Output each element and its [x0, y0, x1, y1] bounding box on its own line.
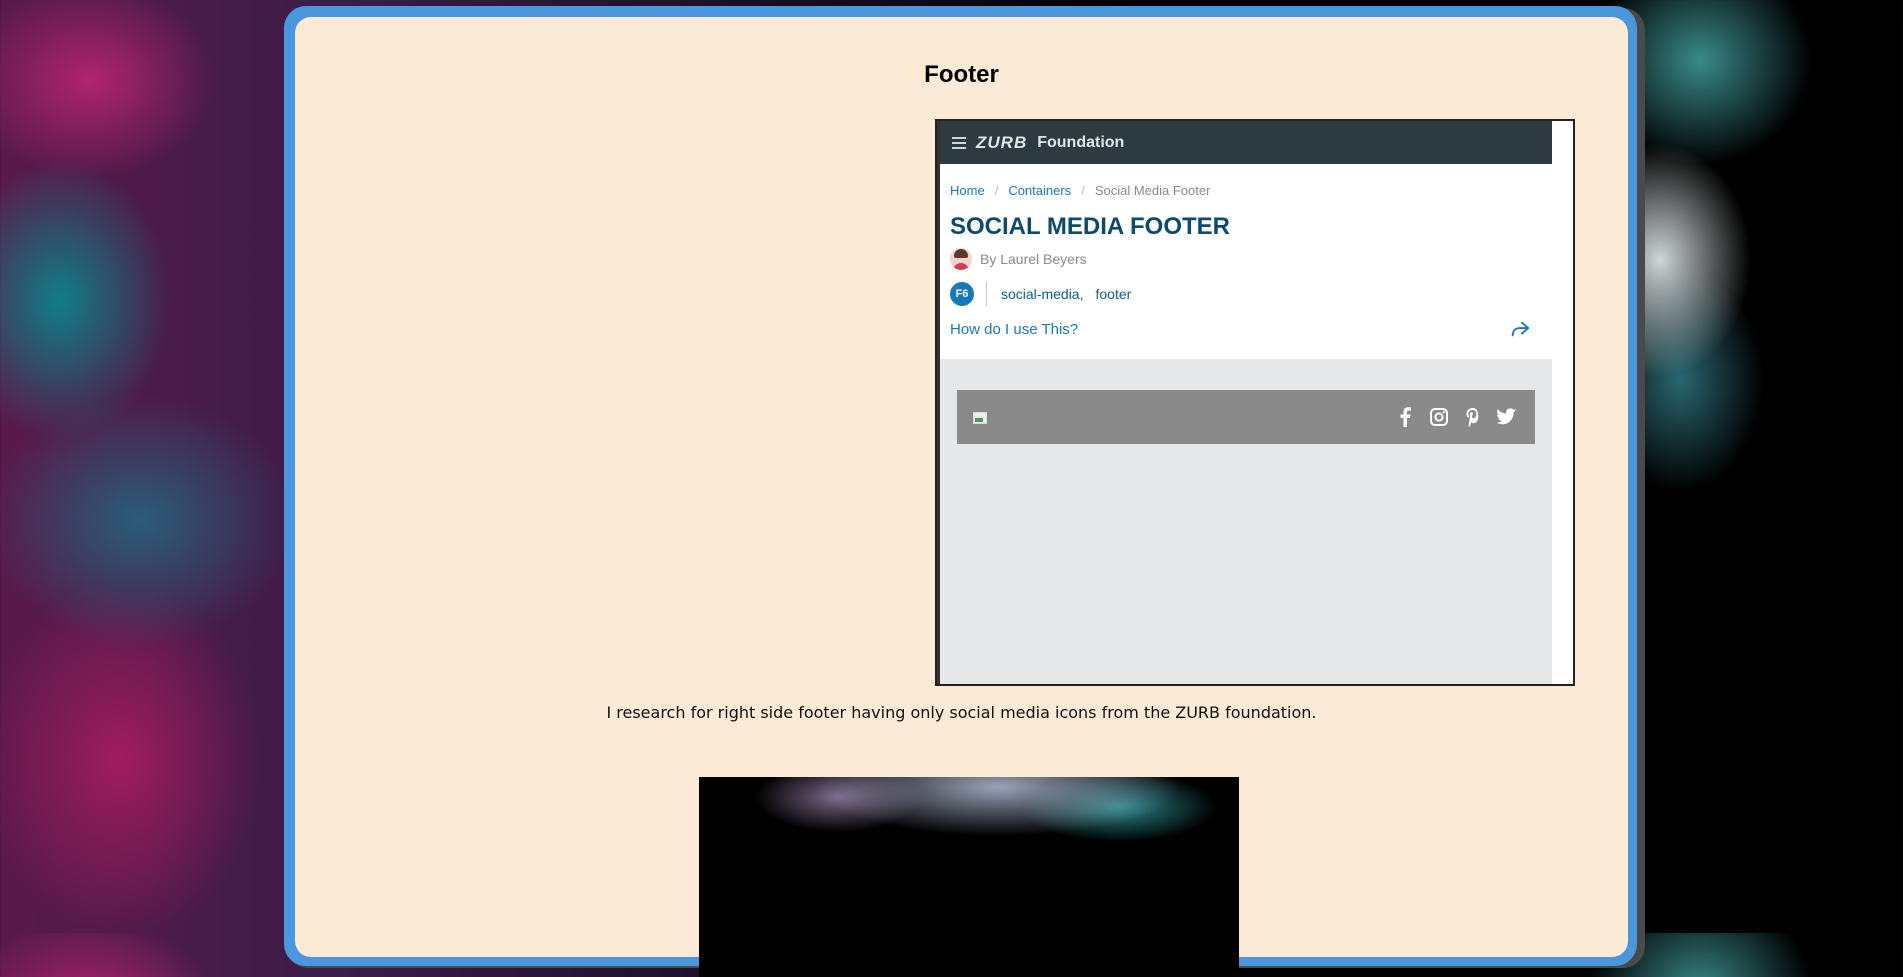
hamburger-icon: [952, 136, 966, 149]
zurb-topbar: ZURB Foundation: [940, 121, 1552, 164]
share-icon: [1511, 321, 1530, 337]
content-panel: Footer ZURB Foundation Home / Containers…: [295, 17, 1628, 977]
tag-footer: footer: [1095, 286, 1132, 302]
breadcrumb-containers: Containers: [1008, 183, 1072, 198]
f6-badge: F6: [950, 282, 974, 306]
breadcrumb-separator: /: [1081, 183, 1085, 198]
smoke-image: [699, 777, 1239, 977]
howto-link: How do I use This?: [950, 321, 1079, 338]
tag-divider: [986, 282, 987, 306]
description-text: I research for right side footer having …: [606, 703, 1317, 722]
zurb-screenshot: ZURB Foundation Home / Containers / Soci…: [935, 119, 1575, 686]
demo-footer-bar: [957, 390, 1535, 444]
tag-social-media: social-media: [1001, 286, 1080, 302]
zurb-logo: ZURB: [976, 132, 1028, 152]
author-name: By Laurel Beyers: [980, 251, 1087, 267]
twitter-icon: [1497, 407, 1517, 427]
demo-area: [940, 359, 1552, 684]
foundation-label: Foundation: [1037, 133, 1125, 151]
instagram-icon: [1429, 407, 1449, 427]
facebook-icon: [1395, 407, 1415, 427]
broken-image-icon: [973, 410, 987, 424]
breadcrumb-home: Home: [950, 183, 985, 198]
author-row: By Laurel Beyers: [950, 248, 1087, 270]
tag-separator: ,: [1079, 286, 1084, 302]
screenshot-heading: SOCIAL MEDIA FOOTER: [950, 213, 1231, 240]
social-icons: [1395, 407, 1517, 427]
tag-row: F6 social-media, footer: [950, 282, 1131, 306]
breadcrumb-current: Social Media Footer: [1094, 183, 1211, 198]
panel-title: Footer: [924, 61, 999, 88]
breadcrumb: Home / Containers / Social Media Footer: [950, 183, 1210, 198]
pinterest-icon: [1463, 407, 1483, 427]
breadcrumb-separator: /: [994, 183, 999, 198]
avatar: [950, 248, 972, 270]
